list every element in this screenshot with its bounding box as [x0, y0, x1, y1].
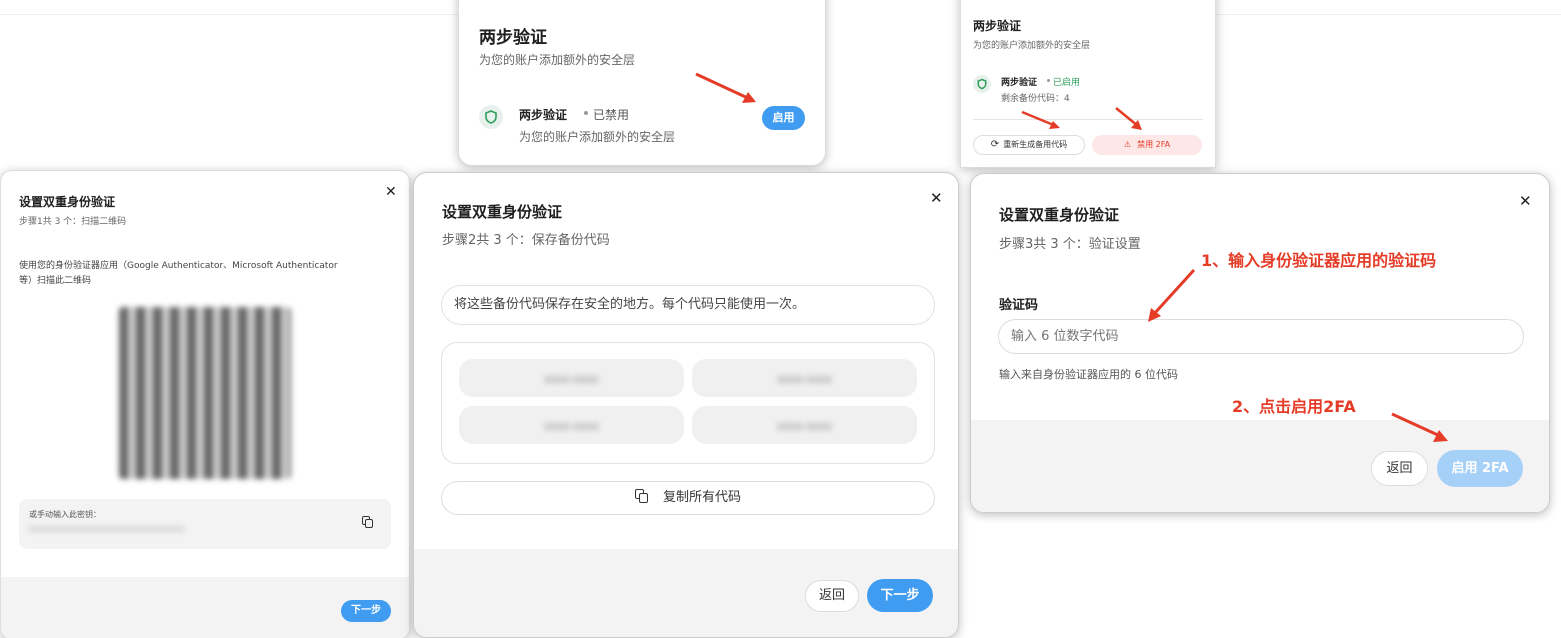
- copy-icon: [634, 489, 649, 503]
- card-subtitle: 为您的账户添加额外的安全层: [973, 41, 1091, 51]
- row-name: 两步验证: [1001, 78, 1038, 88]
- enable-2fa-button[interactable]: 启用 2FA: [1437, 450, 1523, 487]
- annotation-step1: 1、输入身份验证器应用的验证码: [1201, 251, 1437, 270]
- status-dot: [584, 111, 588, 115]
- backup-code-text: 0000-0000: [777, 422, 832, 433]
- copy-all-label: 复制所有代码: [662, 490, 741, 505]
- twofa-card-disabled: 两步验证 为您的账户添加额外的安全层 两步验证 已禁用 为您的账户添加额外的安全…: [458, 0, 826, 166]
- shield-icon: [479, 105, 503, 129]
- next-button[interactable]: 下一步: [341, 600, 391, 622]
- close-icon[interactable]: ✕: [385, 183, 397, 201]
- status-badge: 已禁用: [593, 108, 630, 122]
- copy-all-button[interactable]: 复制所有代码: [441, 481, 935, 515]
- backup-code: 0000-0000: [459, 406, 684, 444]
- setup-dialog-step3: 设置双重身份验证 步骤3共 3 个：验证设置 ✕ 验证码 输入来自身份验证器应用…: [970, 173, 1550, 513]
- backup-code-text: 0000-0000: [777, 375, 832, 386]
- backup-code: 0000-0000: [459, 359, 684, 397]
- status-badge: 已启用: [1053, 78, 1081, 88]
- manual-key-box: 或手动输入此密钥： XXXXXXXXXXXXXXXXXXXXXXXXXX: [19, 499, 391, 549]
- annotation-arrow: [695, 72, 756, 103]
- setup-dialog-step2: 设置双重身份验证 步骤2共 3 个：保存备份代码 ✕ 将这些备份代码保存在安全的…: [413, 172, 959, 638]
- manual-key-label: 或手动输入此密钥：: [29, 510, 101, 519]
- dialog-title: 设置双重身份验证: [19, 195, 116, 209]
- backup-code-text: 0000-0000: [544, 422, 599, 433]
- backup-notice: 将这些备份代码保存在安全的地方。每个代码只能使用一次。: [441, 285, 935, 325]
- annotation-step2: 2、点击启用2FA: [1232, 397, 1356, 416]
- annotation-arrow: [1148, 268, 1196, 322]
- row-desc: 为您的账户添加额外的安全层: [519, 130, 676, 144]
- backup-remaining: 剩余备份代码：4: [1001, 94, 1070, 104]
- shield-icon: [973, 75, 991, 93]
- back-button[interactable]: 返回: [805, 580, 859, 612]
- status-dot: [1047, 79, 1050, 82]
- twofa-card-enabled: 两步验证 为您的账户添加额外的安全层 两步验证 已启用 剩余备份代码：4 ⟳ 重新…: [960, 0, 1216, 168]
- qr-code: [119, 307, 291, 479]
- page-divider-right: [1216, 14, 1561, 15]
- code-hint: 输入来自身份验证器应用的 6 位代码: [999, 368, 1178, 381]
- dialog-step: 步骤1共 3 个：扫描二维码: [19, 217, 127, 227]
- page-divider-left: [0, 14, 458, 15]
- warning-icon: ⚠: [1123, 140, 1132, 149]
- next-button[interactable]: 下一步: [867, 579, 933, 612]
- card-subtitle: 为您的账户添加额外的安全层: [479, 53, 636, 67]
- card-title: 两步验证: [973, 19, 1022, 33]
- dialog-step: 步骤3共 3 个：验证设置: [999, 237, 1141, 252]
- annotation-arrow: [1021, 110, 1060, 129]
- dialog-step: 步骤2共 3 个：保存备份代码: [442, 233, 610, 248]
- enable-button[interactable]: 启用: [762, 106, 805, 130]
- backup-code-text: 0000-0000: [544, 375, 599, 386]
- regenerate-button[interactable]: ⟳ 重新生成备用代码: [973, 135, 1085, 155]
- code-label: 验证码: [999, 298, 1039, 313]
- close-icon[interactable]: ✕: [930, 189, 943, 207]
- copy-icon[interactable]: [362, 516, 374, 529]
- regenerate-label: 重新生成备用代码: [1003, 140, 1068, 149]
- dialog-title: 设置双重身份验证: [999, 206, 1120, 224]
- annotation-arrow: [1391, 412, 1448, 442]
- refresh-icon: ⟳: [990, 139, 1000, 150]
- verification-code-input[interactable]: [998, 319, 1524, 354]
- backup-codes-box: 0000-0000 0000-0000 0000-0000 0000-0000: [441, 342, 935, 464]
- card-title: 两步验证: [479, 28, 547, 48]
- disable-button[interactable]: ⚠ 禁用 2FA: [1092, 135, 1202, 155]
- annotation-arrow: [1115, 107, 1142, 130]
- dialog-title: 设置双重身份验证: [442, 203, 563, 221]
- close-icon[interactable]: ✕: [1519, 192, 1532, 210]
- backup-code: 0000-0000: [692, 359, 917, 397]
- back-button[interactable]: 返回: [1371, 451, 1428, 486]
- backup-code: 0000-0000: [692, 406, 917, 444]
- row-name: 两步验证: [519, 108, 568, 122]
- manual-key-value: XXXXXXXXXXXXXXXXXXXXXXXXXX: [29, 525, 185, 534]
- divider: [973, 119, 1203, 120]
- setup-dialog-step1: 设置双重身份验证 步骤1共 3 个：扫描二维码 ✕ 使用您的身份验证器应用（Go…: [0, 170, 410, 638]
- disable-label: 禁用 2FA: [1137, 140, 1171, 149]
- qr-instruction: 使用您的身份验证器应用（Google Authenticator、Microso…: [19, 261, 338, 286]
